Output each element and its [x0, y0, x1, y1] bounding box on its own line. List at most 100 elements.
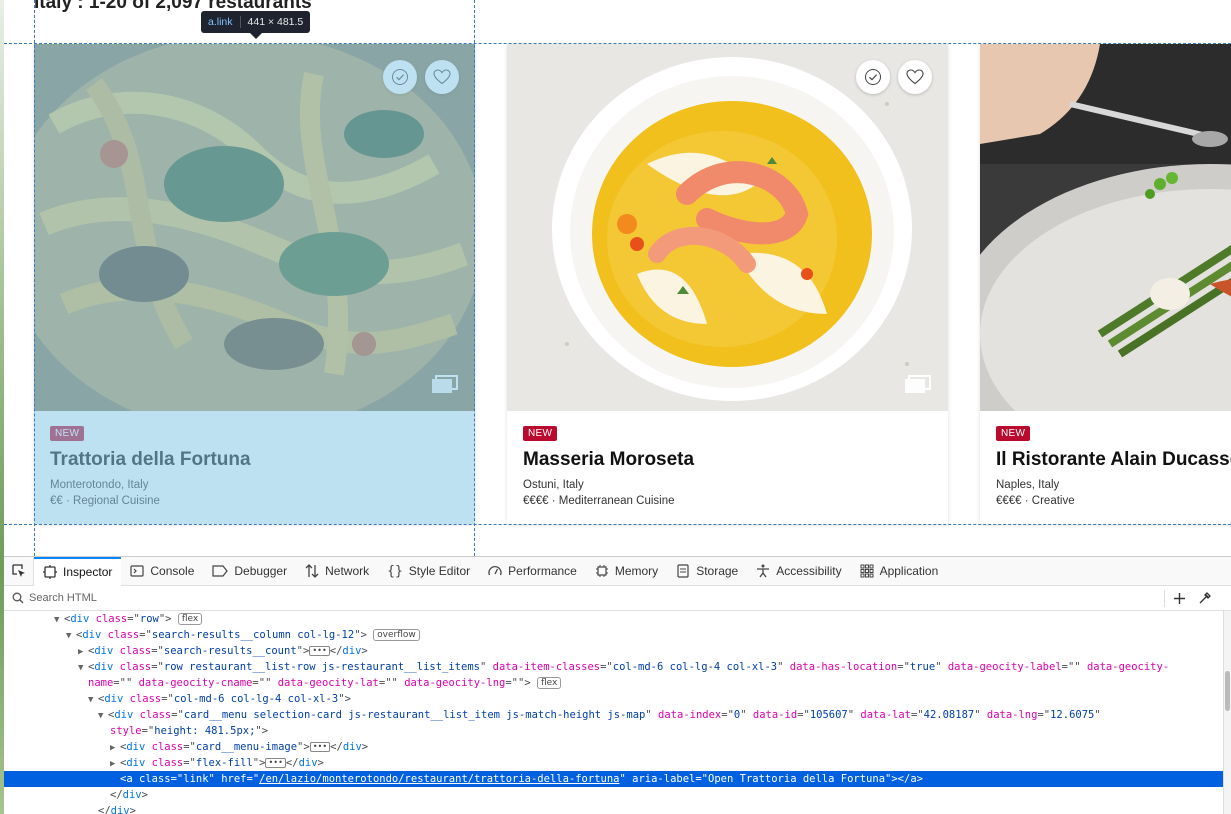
expanded-arrow-icon[interactable]: ▼ [54, 612, 64, 628]
new-badge: NEW [996, 426, 1031, 441]
search-icon [12, 592, 24, 604]
tree-node[interactable]: ▼ <div class="row"> flex [4, 611, 1223, 627]
tab-accessibility[interactable]: Accessibility [747, 557, 850, 586]
mark-visited-button[interactable] [856, 60, 890, 94]
card-image[interactable] [980, 44, 1231, 411]
tree-node[interactable]: ▶ <div class="flex-fill"> ••• </div> [4, 755, 1223, 771]
inspector-guide-line [34, 0, 35, 556]
restaurant-price-cuisine: €€€€ · Creative [996, 495, 1075, 507]
element-picker-button[interactable] [4, 556, 34, 586]
restaurant-location: Naples, Italy [996, 479, 1060, 491]
restaurant-name[interactable]: Il Ristorante Alain Ducasse [996, 449, 1231, 471]
tab-network[interactable]: Network [296, 557, 378, 586]
expanded-arrow-icon[interactable]: ▼ [78, 660, 88, 676]
card-image[interactable] [507, 44, 948, 411]
tree-node[interactable]: ▼ <div class="col-md-6 col-lg-4 col-xl-3"… [4, 691, 1223, 707]
heart-icon [906, 69, 924, 85]
tooltip-arrow [250, 33, 262, 39]
check-circle-icon [865, 69, 881, 85]
collapsed-arrow-icon[interactable]: ▶ [110, 756, 120, 772]
restaurant-location: Monterotondo, Italy [50, 479, 149, 491]
storage-icon [677, 564, 689, 578]
favorite-button[interactable] [898, 60, 932, 94]
inspector-guide-line [4, 43, 1231, 44]
heart-icon [433, 69, 451, 85]
inspector-guide-line [4, 524, 1231, 525]
tab-console[interactable]: Console [121, 557, 203, 586]
add-node-icon[interactable] [1173, 592, 1186, 605]
tab-performance[interactable]: Performance [479, 557, 586, 586]
tab-inspector[interactable]: Inspector [34, 556, 122, 586]
card-body: NEW Il Ristorante Alain Ducasse Naples, … [980, 411, 1231, 524]
tree-node[interactable]: ▶ <div class="search-results__count"> ••• <… [4, 643, 1223, 659]
collapsed-arrow-icon[interactable]: ▶ [78, 644, 88, 660]
tree-node-continuation: style="height: 481.5px;"> [110, 725, 269, 737]
tree-node[interactable]: ▼ <div class="card__menu selection-card j… [4, 707, 1223, 723]
card-body: NEW Masseria Moroseta Ostuni, Italy €€€€… [507, 411, 948, 524]
network-icon [305, 564, 319, 578]
html-tree: ▼ <div class="row"> flex ▼ <div class="sea… [4, 611, 1223, 814]
restaurant-price-cuisine: €€€€ · Mediterranean Cuisine [523, 495, 675, 507]
tab-memory[interactable]: Memory [586, 557, 667, 586]
selected-tree-node[interactable]: <a class="link" href="/en/lazio/monterot… [4, 771, 1223, 787]
accessibility-icon [757, 564, 770, 578]
tab-style-editor[interactable]: {} Style Editor [378, 557, 479, 586]
eyedropper-icon[interactable] [1198, 591, 1211, 605]
gauge-icon [488, 565, 502, 576]
html-search-bar: Search HTML [4, 586, 1231, 611]
restaurant-name[interactable]: Masseria Moroseta [523, 449, 932, 471]
console-icon [130, 565, 144, 577]
tree-node[interactable]: ▼ <div class="search-results__column col-… [4, 627, 1223, 643]
tooltip-dimensions: 441 × 481.5 [247, 16, 304, 28]
tab-debugger[interactable]: Debugger [203, 557, 296, 586]
overflow-badge[interactable]: overflow [373, 629, 420, 641]
tab-storage[interactable]: Storage [667, 557, 747, 586]
restaurant-name[interactable]: Trattoria della Fortuna [50, 449, 459, 471]
card-image[interactable] [34, 44, 475, 411]
pick-element-icon [11, 564, 25, 577]
grid-icon [860, 564, 874, 578]
search-html-input[interactable]: Search HTML [4, 592, 1164, 604]
tree-node[interactable]: ▶ <div class="card__menu-image"> ••• </div> [4, 739, 1223, 755]
restaurant-price-cuisine: €€ · Regional Cuisine [50, 495, 160, 507]
devtools-panel: Inspector Console Debugger Network {} St… [4, 556, 1231, 814]
flex-badge[interactable]: flex [536, 677, 562, 689]
ellipsis-icon[interactable]: ••• [309, 742, 331, 752]
card-body: NEW Trattoria della Fortuna Monterotondo… [34, 411, 475, 524]
ellipsis-icon[interactable]: ••• [309, 646, 330, 656]
new-badge: NEW [50, 426, 85, 441]
check-circle-icon [392, 69, 408, 85]
debugger-icon [212, 565, 229, 577]
tooltip-selector: a.link [208, 16, 241, 28]
flex-badge[interactable]: flex [177, 613, 203, 625]
collapsed-arrow-icon[interactable]: ▶ [110, 740, 120, 756]
search-actions [1164, 589, 1211, 607]
page-viewport: Italy : 1-20 of 2,097 restaurants NEW Tr… [4, 0, 1231, 556]
tree-node-continuation: name="" data-geocity-cname="" data-geoci… [4, 675, 1223, 691]
tab-application[interactable]: Application [851, 557, 948, 586]
tree-scrollbar[interactable] [1223, 611, 1231, 814]
restaurant-card[interactable]: NEW Il Ristorante Alain Ducasse Naples, … [980, 44, 1231, 524]
inspector-icon [43, 565, 57, 579]
inspector-guide-line [474, 0, 475, 556]
devtools-tabbar: Inspector Console Debugger Network {} St… [4, 556, 1231, 586]
chip-icon [595, 565, 608, 577]
scrollbar-thumb[interactable] [1225, 671, 1230, 711]
tree-node[interactable]: ▼ <div class="row restaurant__list-row js… [4, 659, 1223, 675]
gallery-icon[interactable] [431, 374, 459, 394]
new-badge: NEW [523, 426, 558, 441]
expanded-arrow-icon[interactable]: ▼ [98, 708, 108, 724]
search-placeholder: Search HTML [29, 592, 97, 604]
node-href-link[interactable]: /en/lazio/monterotondo/restaurant/tratto… [259, 773, 619, 785]
favorite-button[interactable] [425, 60, 459, 94]
ellipsis-icon[interactable]: ••• [265, 758, 286, 768]
expanded-arrow-icon[interactable]: ▼ [66, 628, 76, 644]
braces-icon: {} [387, 563, 403, 579]
restaurant-card[interactable]: NEW Masseria Moroseta Ostuni, Italy €€€€… [507, 44, 948, 524]
restaurant-location: Ostuni, Italy [523, 479, 584, 491]
mark-visited-button[interactable] [383, 60, 417, 94]
tree-node-close: </div> [98, 805, 136, 814]
gallery-icon[interactable] [904, 374, 932, 394]
expanded-arrow-icon[interactable]: ▼ [88, 692, 98, 708]
restaurant-card[interactable]: NEW Trattoria della Fortuna Monterotondo… [34, 44, 475, 524]
